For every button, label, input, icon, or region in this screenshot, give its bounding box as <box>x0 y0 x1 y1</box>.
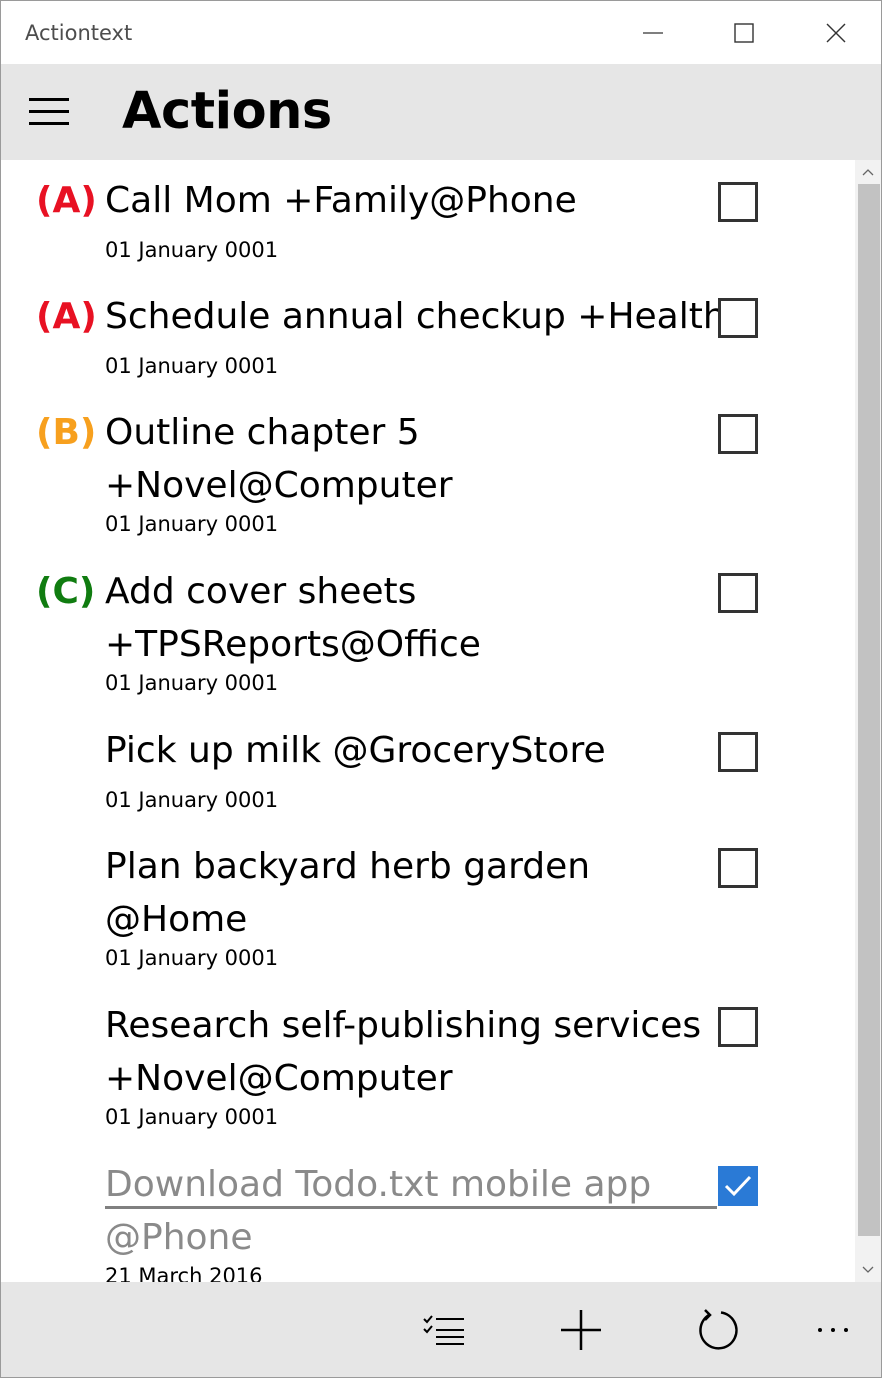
task-text[interactable]: Schedule annual checkup +Health <box>105 290 726 343</box>
scrollbar-thumb[interactable] <box>858 184 880 1236</box>
task-list[interactable]: (A) Call Mom +Family@Phone 01 January 00… <box>0 160 882 1282</box>
hamburger-menu-button[interactable] <box>25 94 73 130</box>
sync-icon <box>699 1309 738 1350</box>
task-text[interactable]: Add cover sheets +TPSReports@Office <box>105 565 505 671</box>
task-date: 01 January 0001 <box>105 671 279 695</box>
priority-label: (C) <box>36 571 96 612</box>
task-date: 21 March 2016 <box>105 1264 263 1282</box>
scroll-up-icon[interactable] <box>855 160 881 184</box>
maximize-icon <box>734 23 754 43</box>
sync-button[interactable] <box>682 1296 752 1364</box>
task-checkbox[interactable] <box>718 573 758 613</box>
vertical-scrollbar[interactable] <box>855 160 882 1282</box>
priority-label: (A) <box>36 180 97 221</box>
task-text[interactable]: Research self-publishing services +Novel… <box>105 999 705 1105</box>
hamburger-line <box>29 110 69 113</box>
scroll-down-icon[interactable] <box>855 1258 881 1282</box>
add-button[interactable] <box>546 1296 616 1364</box>
more-icon <box>818 1328 848 1332</box>
close-icon <box>826 23 846 43</box>
checkmark-icon <box>724 1175 752 1197</box>
task-text[interactable]: Download Todo.txt mobile app @Phone <box>105 1158 665 1264</box>
task-text[interactable]: Call Mom +Family@Phone <box>105 174 717 227</box>
page-title: Actions <box>122 82 332 141</box>
filter-checklist-icon <box>423 1315 464 1345</box>
task-checkbox[interactable] <box>718 848 758 888</box>
add-icon <box>561 1310 601 1350</box>
minimize-icon <box>643 32 663 34</box>
task-checkbox[interactable] <box>718 732 758 772</box>
filter-button[interactable] <box>410 1296 480 1364</box>
task-checkbox[interactable] <box>718 298 758 338</box>
hamburger-line <box>29 122 69 125</box>
task-checkbox[interactable] <box>718 182 758 222</box>
app-header: Actions <box>0 64 882 160</box>
close-button[interactable] <box>790 1 882 65</box>
command-bar <box>0 1282 882 1378</box>
window-titlebar: Actiontext <box>0 0 882 64</box>
hamburger-line <box>29 98 69 101</box>
task-date: 01 January 0001 <box>105 788 279 812</box>
priority-label: (B) <box>36 412 97 453</box>
task-date: 01 January 0001 <box>105 238 279 262</box>
task-checkbox-checked[interactable] <box>718 1166 758 1206</box>
task-text[interactable]: Pick up milk @GroceryStore <box>105 724 717 777</box>
task-date: 01 January 0001 <box>105 946 279 970</box>
task-date: 01 January 0001 <box>105 1105 279 1129</box>
task-date: 01 January 0001 <box>105 512 279 536</box>
task-text[interactable]: Plan backyard herb garden @Home <box>105 840 625 946</box>
priority-label: (A) <box>36 296 97 337</box>
minimize-button[interactable] <box>607 1 699 65</box>
task-checkbox[interactable] <box>718 1007 758 1047</box>
window-title: Actiontext <box>25 21 133 45</box>
task-date: 01 January 0001 <box>105 354 279 378</box>
more-button[interactable] <box>798 1296 868 1364</box>
maximize-button[interactable] <box>698 1 790 65</box>
task-checkbox[interactable] <box>718 414 758 454</box>
task-text[interactable]: Outline chapter 5 +Novel@Computer <box>105 406 505 512</box>
edit-underline <box>105 1206 717 1209</box>
